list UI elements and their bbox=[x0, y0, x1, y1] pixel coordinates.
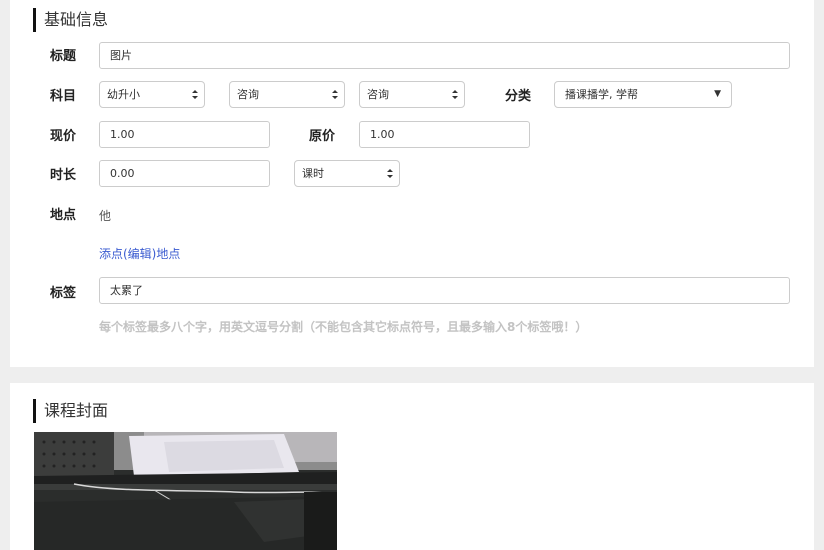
caret-down-icon: ▼ bbox=[714, 89, 721, 99]
edit-location-link[interactable]: 添点(编辑)地点 bbox=[99, 244, 180, 264]
category-label: 分类 bbox=[505, 89, 532, 104]
subject-select-3[interactable]: 咨询 bbox=[359, 81, 465, 108]
tags-input[interactable]: 太累了 bbox=[99, 277, 790, 304]
original-price-input[interactable]: 1.00 bbox=[359, 121, 530, 148]
subject-select-1[interactable]: 幼升小 bbox=[99, 81, 205, 108]
location-label: 地点 bbox=[50, 208, 77, 223]
cover-heading: 课程封面 bbox=[33, 399, 108, 423]
basic-info-panel: 基础信息 标题 图片 科目 幼升小 咨询 咨询 分类 播课播学, 学帮 ▼ 现价… bbox=[10, 0, 814, 367]
duration-unit-value: 课时 bbox=[302, 167, 324, 180]
duration-unit-select[interactable]: 课时 bbox=[294, 160, 400, 187]
tags-hint: 每个标签最多八个字，用英文逗号分割（不能包含其它标点符号，且最多输入8个标签哦！… bbox=[99, 320, 588, 334]
category-select[interactable]: 播课播学, 学帮 ▼ bbox=[554, 81, 732, 108]
tags-label: 标签 bbox=[50, 286, 77, 301]
duration-input[interactable]: 0.00 bbox=[99, 160, 270, 187]
updown-arrows-icon bbox=[332, 90, 338, 99]
subject-select-2[interactable]: 咨询 bbox=[229, 81, 345, 108]
subject-label: 科目 bbox=[50, 89, 77, 104]
current-price-input[interactable]: 1.00 bbox=[99, 121, 270, 148]
subject-select-2-value: 咨询 bbox=[237, 88, 259, 101]
title-input[interactable]: 图片 bbox=[99, 42, 790, 69]
cover-panel: 课程封面 bbox=[10, 383, 814, 550]
category-select-value: 播课播学, 学帮 bbox=[565, 88, 638, 101]
current-price-label: 现价 bbox=[50, 129, 77, 144]
basic-info-heading: 基础信息 bbox=[33, 8, 108, 32]
subject-select-3-value: 咨询 bbox=[367, 88, 389, 101]
updown-arrows-icon bbox=[387, 169, 393, 178]
subject-select-1-value: 幼升小 bbox=[107, 88, 140, 101]
duration-label: 时长 bbox=[50, 168, 77, 183]
original-price-label: 原价 bbox=[309, 129, 336, 144]
location-value: 他 bbox=[99, 209, 112, 223]
updown-arrows-icon bbox=[452, 90, 458, 99]
cover-image[interactable] bbox=[34, 432, 337, 550]
cover-photo bbox=[34, 432, 337, 550]
updown-arrows-icon bbox=[192, 90, 198, 99]
title-label: 标题 bbox=[50, 49, 77, 64]
